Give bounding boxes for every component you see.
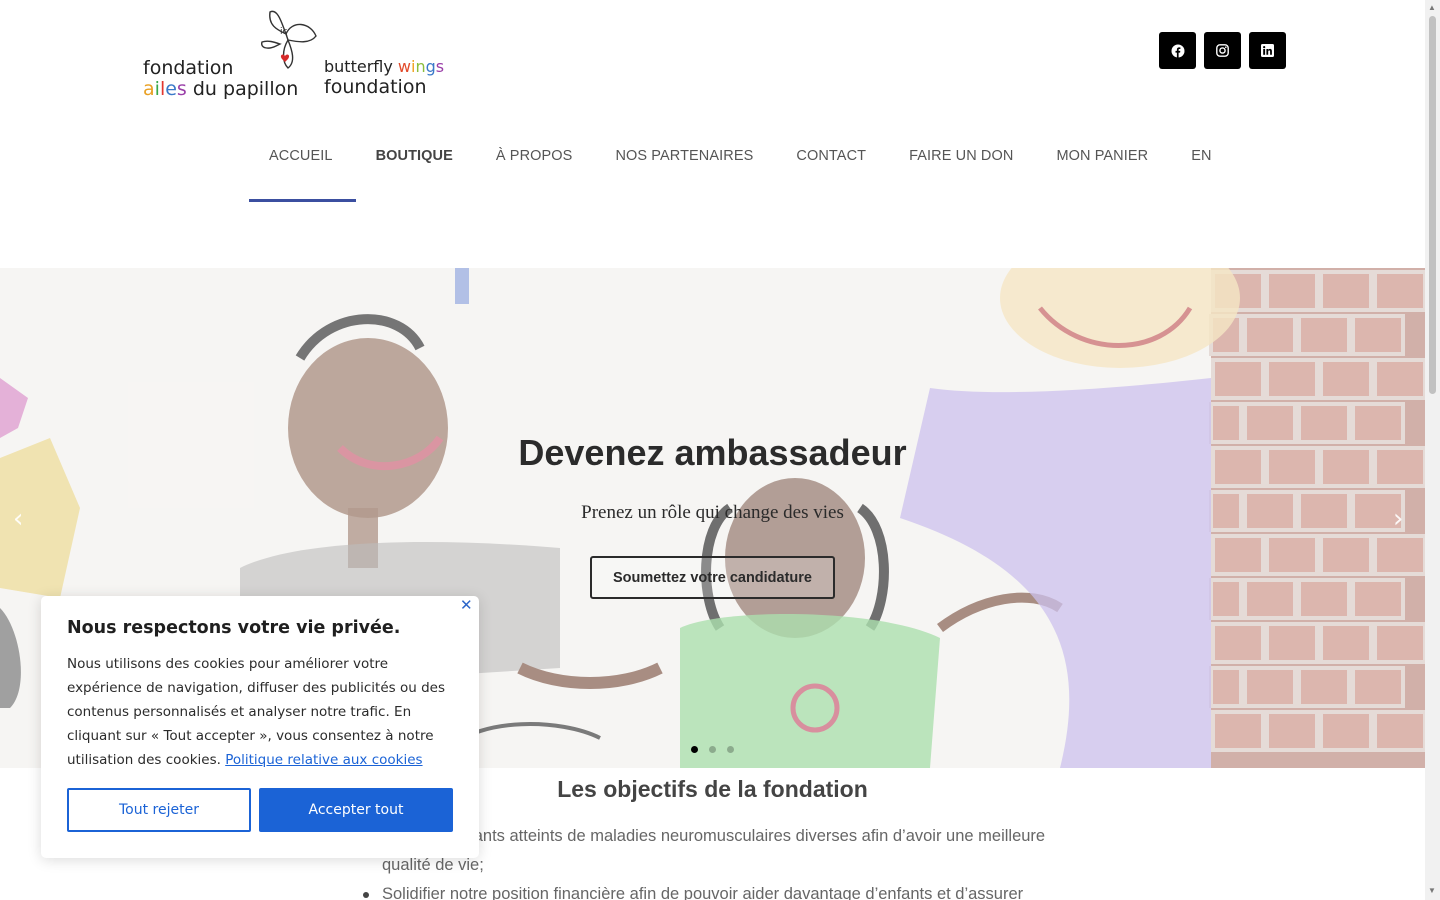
reject-all-button[interactable]: Tout rejeter	[67, 788, 251, 832]
instagram-button[interactable]	[1204, 32, 1241, 69]
accept-all-button[interactable]: Accepter tout	[259, 788, 453, 832]
list-item: Solidifier notre position financière afi…	[362, 880, 1082, 900]
slider-dot[interactable]	[691, 746, 698, 753]
linkedin-icon	[1261, 44, 1274, 57]
logo-en-line2: foundation	[324, 76, 427, 98]
nav-item-language[interactable]: EN	[1171, 136, 1234, 202]
social-links	[1159, 32, 1286, 69]
logo-letter: s	[435, 57, 445, 76]
logo-fr-line1: fondation	[143, 57, 234, 79]
linkedin-button[interactable]	[1249, 32, 1286, 69]
nav-item-partenaires[interactable]: NOS PARTENAIRES	[595, 136, 776, 202]
hero-subtitle: Prenez un rôle qui change des vies	[581, 502, 844, 523]
prev-slide-icon[interactable]: ‹	[13, 504, 23, 534]
facebook-icon	[1171, 44, 1184, 57]
logo-letter: w	[397, 57, 411, 76]
cookie-title: Nous respectons votre vie privée.	[67, 618, 401, 638]
main-nav: ACCUEIL BOUTIQUE À PROPOS NOS PARTENAIRE…	[249, 136, 1235, 202]
nav-item-accueil[interactable]: ACCUEIL	[249, 136, 356, 202]
next-slide-icon[interactable]: ›	[1393, 504, 1403, 534]
logo-letter: g	[425, 57, 436, 76]
logo[interactable]: ic fondation ailes du papillon butterfly…	[140, 6, 450, 106]
logo-letter: s	[176, 78, 187, 100]
instagram-icon	[1216, 44, 1229, 57]
hero-title: Devenez ambassadeur	[518, 432, 907, 473]
logo-text-fr: fondation ailes du papillon	[143, 58, 298, 100]
scrollbar[interactable]: ▲ ▼	[1425, 0, 1440, 900]
nav-item-boutique[interactable]: BOUTIQUE	[356, 136, 476, 202]
scroll-up-icon[interactable]: ▲	[1428, 3, 1436, 12]
nav-item-don[interactable]: FAIRE UN DON	[889, 136, 1036, 202]
slider-dot[interactable]	[727, 746, 734, 753]
slider-dots	[691, 746, 734, 753]
logo-fr-rest: du papillon	[186, 78, 299, 100]
logo-letter: a	[143, 78, 155, 100]
apply-button[interactable]: Soumettez votre candidature	[590, 556, 835, 599]
logo-fr-line2: ailes du papillon	[143, 79, 298, 100]
logo-letter: e	[165, 78, 177, 100]
nav-item-contact[interactable]: CONTACT	[776, 136, 889, 202]
nav-item-panier[interactable]: MON PANIER	[1036, 136, 1171, 202]
scroll-down-icon[interactable]: ▼	[1428, 886, 1436, 895]
cookie-text: Nous utilisons des cookies pour améliore…	[67, 652, 462, 772]
site-header: ic fondation ailes du papillon butterfly…	[0, 0, 1425, 268]
scrollbar-thumb[interactable]	[1429, 16, 1436, 394]
facebook-button[interactable]	[1159, 32, 1196, 69]
close-icon[interactable]: ✕	[460, 596, 473, 614]
logo-en-word: butterfly	[324, 57, 398, 76]
slider-dot[interactable]	[709, 746, 716, 753]
logo-letter: n	[415, 57, 426, 76]
svg-text:ic: ic	[280, 27, 288, 37]
logo-en-line1: butterfly wings	[324, 56, 444, 77]
nav-item-a-propos[interactable]: À PROPOS	[476, 136, 596, 202]
cookie-policy-link[interactable]: Politique relative aux cookies	[225, 752, 422, 768]
cookie-banner: ✕ Nous respectons votre vie privée. Nous…	[41, 596, 479, 858]
logo-text-en: butterfly wings foundation	[324, 56, 444, 98]
